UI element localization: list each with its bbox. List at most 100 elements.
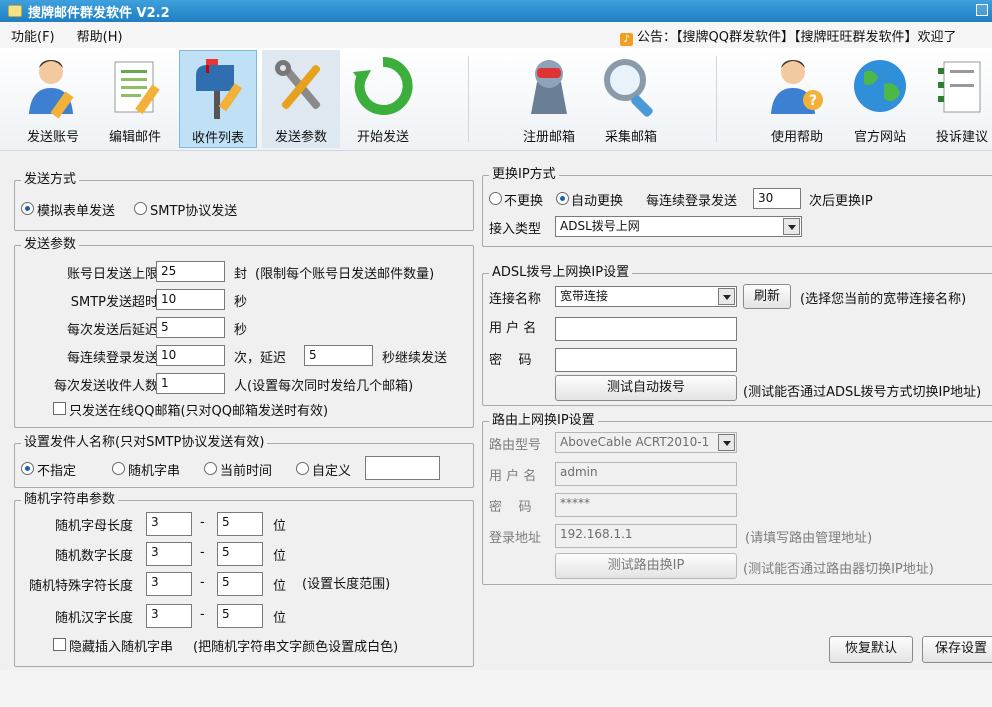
- globe-icon: [854, 60, 906, 112]
- test-router-button[interactable]: 测试路由换IP: [555, 553, 737, 579]
- send-account-button[interactable]: 发送账号: [14, 50, 92, 148]
- hide-random-label: 隐藏插入随机字串: [69, 640, 174, 655]
- login-send-label: 每连续登录发送: [66, 351, 158, 366]
- random-digit-max-input[interactable]: 5: [217, 542, 263, 566]
- random-letter-unit: 位: [273, 519, 287, 534]
- menu-function[interactable]: 功能(F): [0, 26, 66, 45]
- router-title: 路由上网换IP设置: [489, 413, 598, 429]
- adsl-pass-input[interactable]: [555, 348, 737, 372]
- recipient-list-button[interactable]: 收件列表: [179, 50, 257, 148]
- user-help-icon: ?: [771, 60, 823, 114]
- chevron-down-icon[interactable]: [718, 288, 735, 305]
- daily-limit-input[interactable]: 25: [156, 261, 225, 282]
- daily-limit-note: (限制每个账号日发送邮件数量): [255, 267, 435, 282]
- send-params-group: 发送参数 账号日发送上限 25 封 (限制每个账号日发送邮件数量) SMTP发送…: [14, 237, 474, 428]
- random-hanzi-unit: 位: [273, 611, 287, 626]
- restore-default-button[interactable]: 恢复默认: [829, 636, 913, 663]
- recipients-note: 人(设置每次同时发给几个邮箱): [234, 379, 414, 394]
- radio-sender-time[interactable]: [204, 462, 217, 475]
- tools-icon: [275, 60, 321, 110]
- router-user-label: 用 户 名: [489, 469, 537, 484]
- random-range-note: (设置长度范围): [302, 577, 391, 592]
- login-send-delay-input[interactable]: 5: [304, 345, 373, 366]
- recipients-input[interactable]: 1: [156, 373, 225, 394]
- delay-unit: 秒: [234, 323, 248, 338]
- random-letter-label: 随机字母长度: [54, 519, 133, 534]
- router-model-select[interactable]: AboveCable ACRT2010-1: [555, 432, 737, 453]
- register-mailbox-button[interactable]: 注册邮箱: [510, 50, 588, 148]
- collect-mailbox-button[interactable]: 采集邮箱: [592, 50, 670, 148]
- access-type-label: 接入类型: [489, 222, 542, 237]
- chevron-down-icon[interactable]: [783, 218, 800, 235]
- radio-sender-none[interactable]: [21, 462, 34, 475]
- website-button[interactable]: 官方网站: [841, 50, 919, 148]
- chevron-down-icon[interactable]: [718, 434, 735, 451]
- help-button[interactable]: ? 使用帮助: [758, 50, 836, 148]
- router-addr-label: 登录地址: [489, 531, 542, 546]
- router-addr-input[interactable]: 192.168.1.1: [555, 524, 737, 548]
- minimize-button[interactable]: [976, 4, 988, 16]
- complaint-label: 投诉建议: [935, 130, 988, 145]
- conn-name-select[interactable]: 宽带连接: [555, 286, 737, 307]
- recipient-list-label: 收件列表: [191, 131, 244, 146]
- sender-custom-input[interactable]: [365, 456, 440, 480]
- refresh-button[interactable]: 刷新: [743, 284, 791, 309]
- online-qq-checkbox[interactable]: [53, 402, 66, 415]
- test-dial-note: (测试能否通过ADSL拨号方式切换IP地址): [743, 385, 982, 400]
- sender-name-title: 设置发件人名称(只对SMTP协议发送有效): [21, 435, 268, 451]
- radio-sender-random[interactable]: [112, 462, 125, 475]
- random-letter-max-input[interactable]: 5: [217, 512, 263, 536]
- random-letter-min-input[interactable]: 3: [146, 512, 192, 536]
- ip-every-input[interactable]: 30: [753, 188, 801, 209]
- notice-text: 公告：【搜牌QQ群发软件】【搜牌旺旺群发软件】欢迎了: [637, 30, 957, 45]
- random-special-label: 随机特殊字符长度: [28, 579, 133, 594]
- random-special-unit: 位: [273, 579, 287, 594]
- sender-name-group: 设置发件人名称(只对SMTP协议发送有效) 不指定 随机字串 当前时间 自定义: [14, 435, 474, 488]
- status-strip: [0, 670, 992, 707]
- smtp-timeout-unit: 秒: [234, 295, 248, 310]
- register-mailbox-label: 注册邮箱: [522, 130, 575, 145]
- radio-form-send-label: 模拟表单发送: [37, 204, 116, 219]
- send-params-button[interactable]: 发送参数: [262, 50, 340, 148]
- ip-every-label: 每连续登录发送: [646, 194, 738, 209]
- collect-mailbox-label: 采集邮箱: [604, 130, 657, 145]
- access-type-select[interactable]: ADSL拨号上网: [555, 216, 802, 237]
- radio-sender-custom[interactable]: [296, 462, 309, 475]
- random-hanzi-max-input[interactable]: 5: [217, 604, 263, 628]
- radio-sender-none-label: 不指定: [37, 464, 77, 479]
- toolbar-separator: [716, 56, 717, 142]
- radio-ip-none-label: 不更换: [504, 194, 544, 209]
- complaint-button[interactable]: 投诉建议: [923, 50, 992, 148]
- smtp-timeout-input[interactable]: 10: [156, 289, 225, 310]
- user-edit-icon: [29, 60, 74, 119]
- login-send-input[interactable]: 10: [156, 345, 225, 366]
- delay-label: 每次发送后延迟: [66, 323, 158, 338]
- delay-input[interactable]: 5: [156, 317, 225, 338]
- hide-random-checkbox[interactable]: [53, 638, 66, 651]
- register-robot-icon: [531, 60, 567, 114]
- edit-mail-button[interactable]: 编辑邮件: [96, 50, 174, 148]
- random-special-min-input[interactable]: 3: [146, 572, 192, 596]
- random-hanzi-min-input[interactable]: 3: [146, 604, 192, 628]
- random-digit-min-input[interactable]: 3: [146, 542, 192, 566]
- start-send-button[interactable]: 开始发送: [344, 50, 422, 148]
- toolbar: 发送账号 编辑邮件 收件列表 发送参数 开始发送 注册邮箱 采集邮箱 ? 使用帮…: [0, 48, 992, 151]
- login-send-suffix: 秒继续发送: [382, 351, 448, 366]
- window-title: 搜牌邮件群发软件 V2.2: [28, 5, 170, 21]
- radio-smtp-send[interactable]: [134, 202, 147, 215]
- document-edit-icon: [114, 61, 160, 115]
- router-user-input[interactable]: admin: [555, 462, 737, 486]
- menu-help[interactable]: 帮助(H): [66, 26, 134, 45]
- radio-ip-auto[interactable]: [556, 192, 569, 205]
- radio-form-send[interactable]: [21, 202, 34, 215]
- random-special-max-input[interactable]: 5: [217, 572, 263, 596]
- adsl-user-input[interactable]: [555, 317, 737, 341]
- adsl-pass-label: 密 码: [489, 353, 532, 368]
- radio-ip-none[interactable]: [489, 192, 502, 205]
- daily-limit-label: 账号日发送上限: [66, 267, 158, 282]
- router-pass-input[interactable]: *****: [555, 493, 737, 517]
- notice-bar: ♪ 公告：【搜牌QQ群发软件】【搜牌旺旺群发软件】欢迎了: [620, 26, 956, 46]
- hide-random-note: (把随机字符串文字颜色设置成白色): [193, 640, 399, 655]
- save-settings-button[interactable]: 保存设置: [922, 636, 992, 663]
- test-dial-button[interactable]: 测试自动拨号: [555, 375, 737, 401]
